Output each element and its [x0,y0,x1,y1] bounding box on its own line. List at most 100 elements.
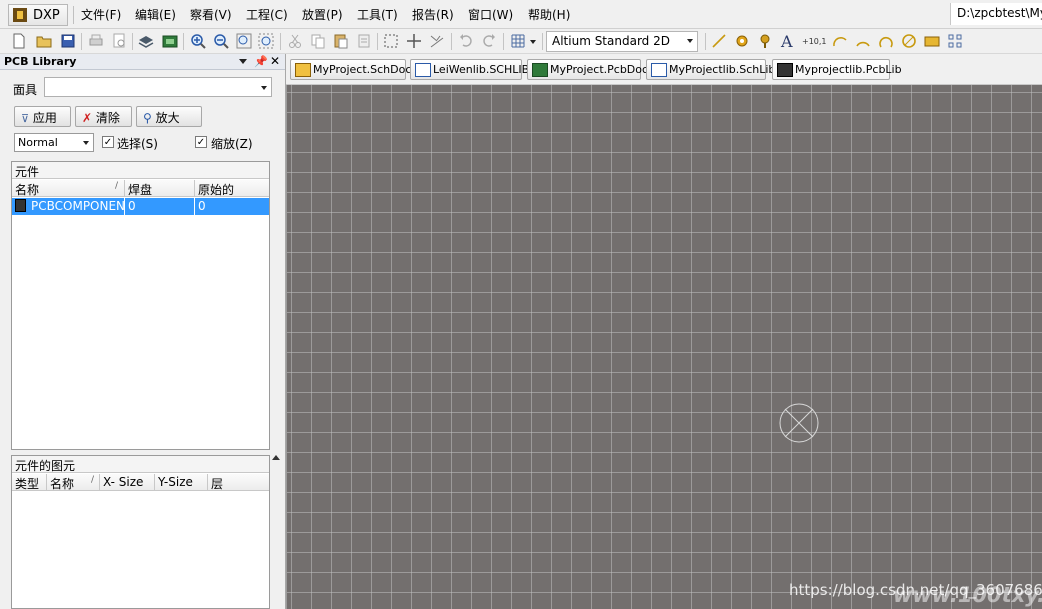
zoom-area-icon[interactable] [257,32,275,50]
pcb-library-icon [777,63,793,77]
components-section-label: 元件 [12,162,269,179]
dxp-label: DXP [33,8,60,23]
deselect-icon[interactable] [428,32,446,50]
toolbar-separator [280,33,281,50]
component-primitives-cell: 0 [198,199,206,213]
3d-layers-icon[interactable] [137,32,155,50]
cut-icon[interactable] [286,32,304,50]
tab-myproject-schdoc[interactable]: MyProject.SchDoc [290,59,411,80]
primitives-section-label: 元件的图元 [12,456,269,473]
tab-myproject-pcbdoc[interactable]: MyProject.PcbDoc [527,59,648,80]
column-y-size[interactable]: Y-Size [155,474,208,491]
column-primitives[interactable]: 原始的 [195,180,269,197]
pcb-library-canvas[interactable]: https://blog.csdn.net/qq_36076864 www.10… [286,85,1042,609]
dxp-logo-icon [13,8,27,22]
select-area-icon[interactable] [382,32,400,50]
redo-icon[interactable] [480,32,498,50]
move-icon[interactable] [405,32,423,50]
component-chip-icon [15,199,26,212]
grid-dropdown-icon[interactable] [530,40,536,44]
clear-icon: ✗ [82,111,93,125]
tab-myprojectlib-pcblib[interactable]: Myprojectlib.PcbLib [772,59,902,80]
zoom-fit-icon[interactable] [235,32,253,50]
toolbar-separator [542,33,543,50]
new-document-icon[interactable] [10,32,28,50]
apply-button[interactable]: ⊽ 应用 [14,106,71,127]
pcb-library-panel: PCB Library 📌 ✕ 面具 ⊽ 应用 ✗ 清除 ⚲ 放大 Normal… [0,54,285,609]
menu-file[interactable]: 文件(F) [81,6,121,23]
arc-center-icon[interactable] [831,32,849,50]
toolbar-separator [451,33,452,50]
tab-leiwenlib-schlib[interactable]: LeiWenlib.SCHLIB [410,59,529,80]
array-paste-icon[interactable] [946,32,964,50]
watermark-site: www.100txy.com [893,583,1042,607]
menu-bar: DXP 文件(F) 编辑(E) 察看(V) 工程(C) 放置(P) 工具(T) … [0,0,1042,29]
menu-separator [73,6,74,24]
column-prim-name[interactable]: 名称 / [47,474,100,491]
component-pads-cell: 0 [125,198,195,215]
full-circle-icon[interactable] [900,32,918,50]
menu-place[interactable]: 放置(P) [302,6,343,23]
place-string-icon[interactable]: A [779,32,797,50]
document-tab-bar: MyProject.SchDoc LeiWenlib.SCHLIB MyProj… [286,54,1042,85]
board-icon[interactable] [161,32,179,50]
column-layer[interactable]: 层 [208,474,269,491]
place-via-icon[interactable] [756,32,774,50]
menu-tools[interactable]: 工具(T) [357,6,398,23]
clear-button[interactable]: ✗ 清除 [75,106,132,127]
print-preview-icon[interactable] [110,32,128,50]
print-icon[interactable] [87,32,105,50]
rubber-stamp-icon[interactable] [355,32,373,50]
select-checkbox[interactable]: ✓ [102,136,114,148]
place-line-icon[interactable] [710,32,728,50]
menu-window[interactable]: 窗口(W) [468,6,513,23]
grid-icon[interactable] [509,32,527,50]
column-type[interactable]: 类型 [12,474,47,491]
schematic-doc-icon [295,63,311,77]
column-x-size[interactable]: X- Size [100,474,155,491]
panel-menu-icon[interactable] [239,59,247,64]
view-mode-select[interactable]: Altium Standard 2D [546,31,698,52]
mode-select[interactable]: Normal [14,133,94,152]
dxp-menu-button[interactable]: DXP [8,4,68,26]
menu-help[interactable]: 帮助(H) [528,6,570,23]
place-pad-icon[interactable] [733,32,751,50]
menu-reports[interactable]: 报告(R) [412,6,454,23]
arc-any-icon[interactable] [877,32,895,50]
primitives-grid: 元件的图元 类型 名称 / X- Size Y-Size 层 [11,455,270,609]
sort-indicator-icon: / [114,181,118,191]
main-toolbar: Altium Standard 2D A +10,10 [0,29,1042,54]
column-pads[interactable]: 焊盘 [125,180,195,197]
tab-myprojectlib-schlib[interactable]: MyProjectlib.SchLib [646,59,775,80]
copy-icon[interactable] [309,32,327,50]
paste-icon[interactable] [332,32,350,50]
arc-edge-icon[interactable] [854,32,872,50]
pin-icon[interactable]: 📌 [254,55,268,68]
undo-icon[interactable] [457,32,475,50]
table-row[interactable]: PCBCOMPONEN 0 0 [12,198,269,215]
menu-view[interactable]: 察看(V) [190,6,232,23]
mask-label: 面具 [13,83,38,97]
zoom-out-icon[interactable] [212,32,230,50]
zoom-checkbox[interactable]: ✓ [195,136,207,148]
zoom-in-icon[interactable] [189,32,207,50]
place-fill-icon[interactable] [923,32,941,50]
zoom-button[interactable]: ⚲ 放大 [136,106,202,127]
collapse-up-icon[interactable] [272,455,280,460]
select-checkbox-label: 选择(S) [117,137,158,151]
close-icon[interactable]: ✕ [270,54,280,68]
place-coordinate-icon[interactable]: +10,10 [802,32,826,50]
menu-project[interactable]: 工程(C) [246,6,288,23]
document-path-field[interactable]: D:\zpcbtest\My [950,3,1042,25]
open-folder-icon[interactable] [35,32,53,50]
menu-edit[interactable]: 编辑(E) [135,6,176,23]
apply-button-label: 应用 [32,111,57,125]
filter-icon: ⊽ [21,112,30,125]
toolbar-separator [503,33,504,50]
mask-input[interactable] [44,77,272,97]
toolbar-separator [81,33,82,50]
save-icon[interactable] [59,32,77,50]
column-name[interactable]: 名称 / [12,180,125,197]
toolbar-separator [377,33,378,50]
svg-text:A: A [780,32,793,50]
